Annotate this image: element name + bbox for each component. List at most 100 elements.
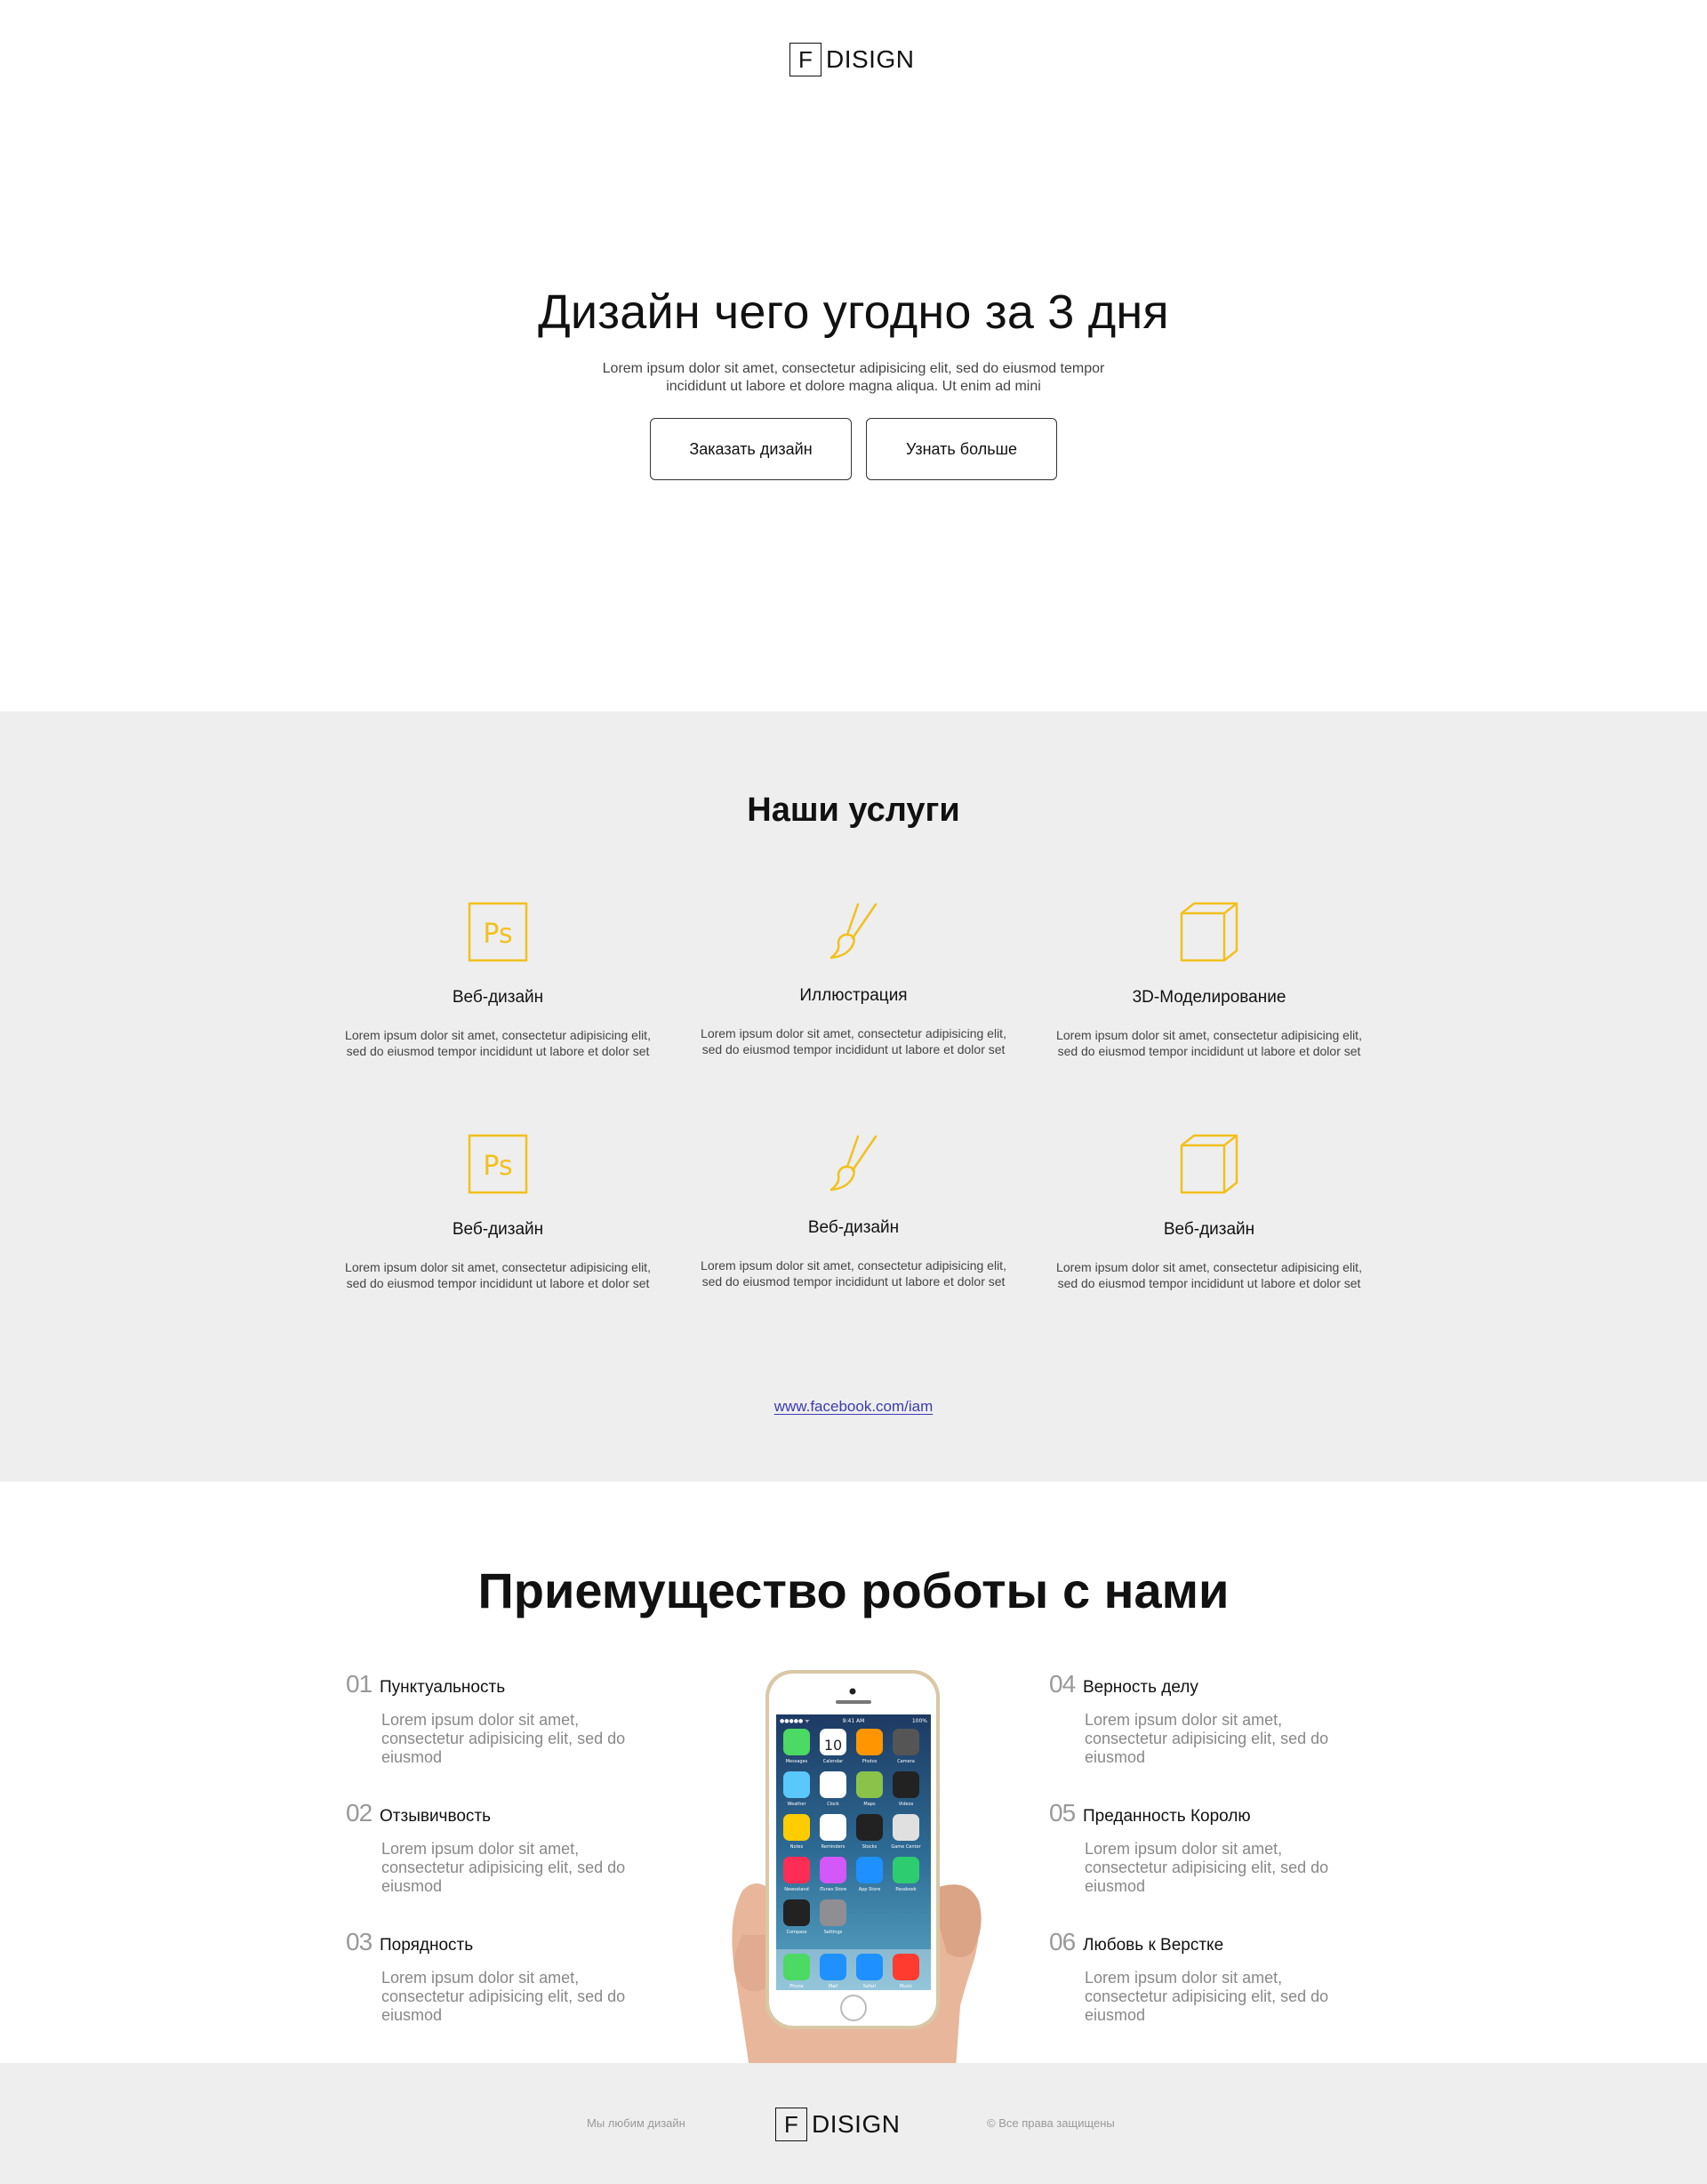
logo-letter-box: F (775, 2108, 807, 2141)
app-label: Newsstand (784, 1887, 808, 1892)
app-label: Passbook (895, 1887, 916, 1892)
app-label: App Store (859, 1887, 881, 1892)
brush-icon (829, 903, 878, 960)
advantage-desc: Lorem ipsum dolor sit amet, consectetur … (1085, 1711, 1329, 1766)
speaker-grille (836, 1700, 871, 1704)
app-label: Maps (863, 1802, 876, 1807)
app-icon (856, 1729, 883, 1755)
service-desc: Lorem ipsum dolor sit amet, consectetur … (345, 1260, 651, 1290)
service-name: Веб-дизайн (807, 1218, 900, 1237)
app-icon (783, 1729, 810, 1755)
app-label: Stocks (862, 1844, 878, 1850)
advantage-number: 01 (346, 1670, 373, 1698)
service-desc: Lorem ipsum dolor sit amet, consectetur … (1056, 1260, 1362, 1290)
service-card: Ps Веб-дизайн Lorem ipsum dolor sit amet… (338, 1133, 658, 1291)
app-icon (856, 1814, 883, 1841)
advantage-desc: Lorem ipsum dolor sit amet, consectetur … (381, 1840, 626, 1895)
footer-logo[interactable]: F DISIGN (775, 2108, 900, 2141)
app-label: Clock (827, 1802, 839, 1807)
advantage-item: 01 Пунктуальность Lorem ipsum dolor sit a… (346, 1670, 648, 1767)
app-icon (820, 1814, 846, 1841)
service-desc: Lorem ipsum dolor sit amet, consectetur … (345, 1028, 651, 1058)
advantage-name: Пунктуальность (380, 1678, 506, 1697)
cube-icon (1180, 1134, 1238, 1194)
advantage-item: 02 Отзывичвость Lorem ipsum dolor sit ame… (346, 1799, 648, 1896)
hero-subtitle: Lorem ipsum dolor sit amet, consectetur … (602, 361, 1105, 394)
app-label: Game Center (891, 1844, 921, 1850)
advantage-desc: Lorem ipsum dolor sit amet, consectetur … (381, 1969, 626, 2024)
site-header: F DISIGN (0, 0, 1707, 124)
service-desc: Lorem ipsum dolor sit amet, consectetur … (701, 1026, 1006, 1056)
advantage-number: 06 (1049, 1928, 1076, 1955)
header-logo[interactable]: F DISIGN (789, 43, 914, 76)
app-icon (820, 1857, 846, 1883)
service-card: Ps Веб-дизайн Lorem ipsum dolor sit amet… (338, 901, 658, 1059)
phone-screen (776, 1714, 931, 1990)
photoshop-icon: Ps (468, 1134, 528, 1194)
advantage-item: 04 Верность делу Lorem ipsum dolor sit am… (1049, 1670, 1351, 1767)
service-desc: Lorem ipsum dolor sit amet, consectetur … (1056, 1028, 1362, 1058)
hero-title: Дизайн чего угодно за 3 дня (538, 285, 1169, 339)
advantage-item: 05 Преданность Королю Lorem ipsum dolor s… (1049, 1799, 1351, 1896)
app-icon (783, 1814, 810, 1841)
advantage-name: Верность делу (1083, 1678, 1198, 1697)
advantage-name: Любовь к Верстке (1083, 1936, 1224, 1955)
app-label: iTunes Store (820, 1887, 847, 1892)
service-desc: Lorem ipsum dolor sit amet, consectetur … (701, 1258, 1006, 1289)
service-card: Иллюстрация Lorem ipsum dolor sit amet, … (693, 901, 1014, 1057)
advantage-name: Отзывичвость (380, 1807, 492, 1826)
app-icon (893, 1857, 919, 1883)
app-label: Compass (787, 1930, 807, 1935)
app-label: Messages (786, 1759, 808, 1764)
dock-label: Music (900, 1984, 912, 1989)
advantage-desc: Lorem ipsum dolor sit amet, consectetur … (1085, 1840, 1329, 1895)
services-section: Наши услуги Ps Веб-дизайн Lorem ipsum do… (0, 711, 1707, 1481)
service-name: Веб-дизайн (1163, 1220, 1255, 1239)
app-icon (893, 1729, 919, 1755)
dock-icon (820, 1954, 846, 1980)
service-name: Иллюстрация (799, 986, 908, 1005)
advantage-item: 03 Порядность Lorem ipsum dolor sit amet,… (346, 1928, 648, 2025)
facebook-link-wrap: www.facebook.com/iam (0, 1398, 1707, 1416)
app-label: Calendar (823, 1759, 844, 1764)
advantage-number: 05 (1049, 1799, 1076, 1827)
front-camera (849, 1688, 856, 1695)
calendar-date: 10 (824, 1737, 842, 1754)
app-icon (856, 1857, 883, 1883)
app-label: Settings (824, 1930, 843, 1935)
advantage-desc: Lorem ipsum dolor sit amet, consectetur … (1085, 1969, 1329, 2024)
advantage-name: Преданность Королю (1083, 1807, 1251, 1826)
photoshop-icon: Ps (468, 902, 528, 962)
advantage-name: Порядность (380, 1936, 474, 1955)
app-icon (820, 1771, 846, 1798)
phone-in-hand-image: ●●●●● ᯤ 9:41 AM 100% Messages 10 Calendar P… (707, 1668, 1000, 2063)
dock-icon (856, 1954, 883, 1980)
service-name: 3D-Моделирование (1132, 988, 1286, 1007)
services-title: Наши услуги (747, 791, 960, 829)
svg-text:Ps: Ps (483, 1151, 512, 1182)
advantage-number: 02 (346, 1799, 373, 1827)
learn-more-button[interactable]: Узнать больше (866, 418, 1057, 480)
app-icon (820, 1899, 846, 1926)
brush-icon (829, 1135, 878, 1192)
dock-icon (893, 1954, 919, 1980)
advantages-title: Приемущество роботы с нами (477, 1562, 1230, 1618)
facebook-link[interactable]: www.facebook.com/iam (774, 1398, 934, 1415)
order-design-button[interactable]: Заказать дизайн (650, 418, 852, 480)
advantage-item: 06 Любовь к Верстке Lorem ipsum dolor sit… (1049, 1928, 1351, 2025)
app-label: Notes (790, 1844, 804, 1850)
service-card: Веб-дизайн Lorem ipsum dolor sit amet, c… (1049, 1133, 1369, 1291)
app-label: Weather (787, 1802, 806, 1807)
advantages-section: Приемущество роботы с нами 01 Пунктуально… (0, 1481, 1707, 2063)
service-name: Веб-дизайн (452, 988, 544, 1007)
status-time: 9:41 AM (843, 1718, 865, 1724)
app-icon (783, 1857, 810, 1883)
advantage-number: 04 (1049, 1670, 1076, 1698)
logo-text: DISIGN (812, 2110, 901, 2138)
phone-illustration: ●●●●● ᯤ 9:41 AM 100% Messages 10 Calendar P… (732, 1670, 982, 2063)
service-card: 3D-Моделирование Lorem ipsum dolor sit a… (1049, 901, 1369, 1059)
status-carrier: ●●●●● ᯤ (780, 1718, 810, 1724)
app-icon (893, 1814, 919, 1841)
app-label: Videos (899, 1802, 914, 1807)
dock-label: Phone (789, 1984, 804, 1989)
